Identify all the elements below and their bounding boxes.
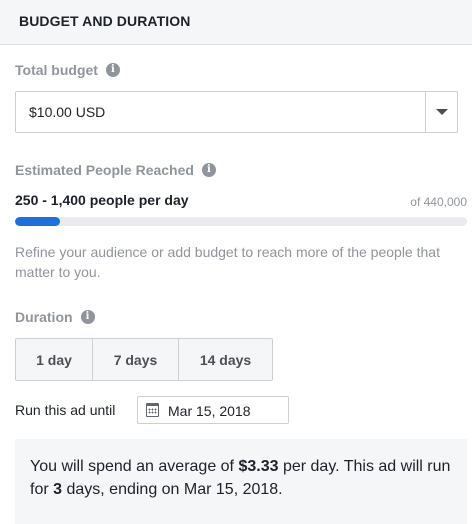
spend-summary-text: You will spend an average of $3.33 per d… <box>30 455 460 501</box>
dropdown-toggle[interactable] <box>425 92 457 132</box>
spend-summary: You will spend an average of $3.33 per d… <box>15 439 467 524</box>
budget-dropdown[interactable]: $10.00 USD <box>15 91 458 133</box>
refine-audience-note: Refine your audience or add budget to re… <box>15 244 440 280</box>
chevron-down-icon <box>436 109 448 115</box>
budget-value: $10.00 USD <box>29 104 106 120</box>
info-icon[interactable]: i <box>80 310 95 324</box>
reach-range: 250 - 1,400 people per day <box>15 192 189 208</box>
duration-1-day-button[interactable]: 1 day <box>16 339 93 380</box>
reach-total: of 440,000 <box>410 195 467 209</box>
budget-label-row: Total budget i <box>15 62 120 78</box>
duration-14-days-button[interactable]: 14 days <box>179 339 272 380</box>
summary-text-part: You will spend an average of <box>30 458 239 475</box>
duration-button-group: 1 day 7 days 14 days <box>15 338 273 381</box>
reach-label-row: Estimated People Reached i <box>15 162 216 178</box>
reach-progress-fill <box>15 217 61 226</box>
summary-text-part: days, ending on Mar 15, 2018. <box>62 481 283 498</box>
budget-label: Total budget <box>15 62 98 78</box>
reach-label: Estimated People Reached <box>15 162 194 178</box>
reach-progress-bar <box>15 217 467 226</box>
duration-7-days-button[interactable]: 7 days <box>93 339 179 380</box>
daily-spend-amount: $3.33 <box>238 458 279 475</box>
duration-label-row: Duration i <box>15 309 95 325</box>
run-until-label: Run this ad until <box>15 402 116 418</box>
info-icon[interactable]: i <box>201 163 216 177</box>
info-icon[interactable]: i <box>105 63 120 77</box>
end-date-field[interactable]: Mar 15, 2018 <box>137 396 289 424</box>
duration-label: Duration <box>15 309 73 325</box>
section-header: BUDGET AND DURATION <box>0 0 472 45</box>
run-days-count: 3 <box>53 481 63 498</box>
end-date-value: Mar 15, 2018 <box>168 403 251 419</box>
section-title: BUDGET AND DURATION <box>19 13 191 29</box>
calendar-icon <box>146 403 159 417</box>
